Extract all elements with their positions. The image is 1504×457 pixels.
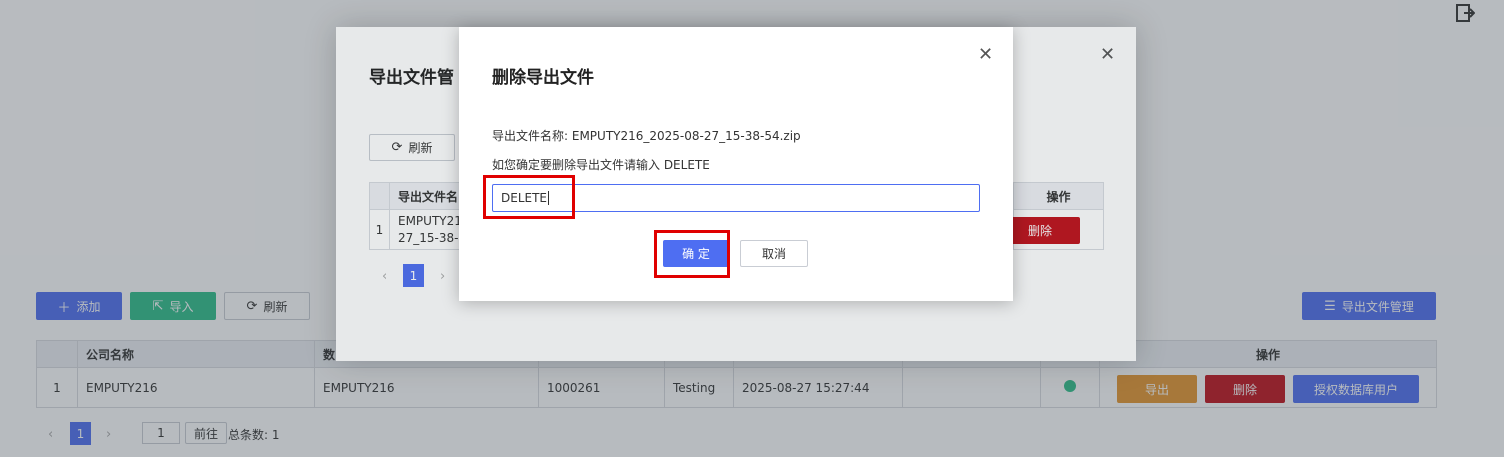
delete-confirm-input[interactable]: DELETE	[492, 184, 980, 212]
dialog-title: 删除导出文件	[492, 68, 594, 88]
filename-label: 导出文件名称: EMPUTY216_2025-08-27_15-38-54.zi…	[492, 129, 801, 143]
delete-export-dialog: 删除导出文件 ✕ 导出文件名称: EMPUTY216_2025-08-27_15…	[459, 27, 1013, 301]
confirm-button[interactable]: 确 定	[663, 240, 729, 267]
delete-instruction: 如您确定要删除导出文件请输入 DELETE	[492, 158, 710, 172]
cancel-button[interactable]: 取消	[740, 240, 808, 267]
close-icon[interactable]: ✕	[978, 46, 993, 64]
text-cursor	[548, 191, 550, 205]
